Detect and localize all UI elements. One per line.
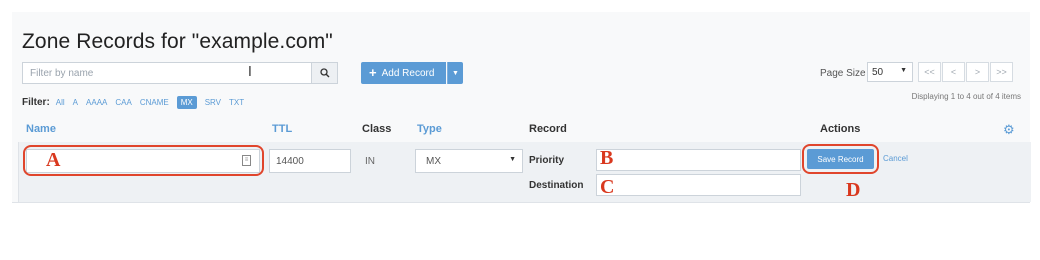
callout-label-c: C <box>600 176 615 198</box>
callout-label-d: D <box>846 179 861 201</box>
filter-all[interactable]: All <box>56 98 65 107</box>
save-record-button[interactable]: Save Record <box>807 149 874 169</box>
prev-page-button[interactable]: < <box>942 62 965 82</box>
column-header-record: Record <box>529 123 567 135</box>
caret-down-icon: ▼ <box>509 156 516 163</box>
page-title: Zone Records for "example.com" <box>22 30 333 53</box>
search-button[interactable] <box>311 62 338 84</box>
column-header-type[interactable]: Type <box>417 123 442 135</box>
callout-label-a: A <box>46 149 61 171</box>
column-header-name[interactable]: Name <box>26 123 56 135</box>
priority-label: Priority <box>529 155 565 166</box>
search-icon <box>319 68 329 78</box>
destination-input[interactable] <box>597 175 800 196</box>
name-input[interactable] <box>27 150 259 172</box>
type-value: MX <box>426 156 441 167</box>
column-header-actions: Actions <box>820 123 861 135</box>
plus-icon: + <box>369 65 377 80</box>
destination-field[interactable] <box>596 174 801 196</box>
filter-mx[interactable]: MX <box>176 96 197 109</box>
page-size-value: 50 <box>872 67 884 78</box>
name-field[interactable]: ≡ <box>26 149 260 173</box>
first-page-button[interactable]: << <box>918 62 941 82</box>
ttl-field[interactable] <box>269 149 351 173</box>
cancel-link[interactable]: Cancel <box>883 154 908 163</box>
type-select[interactable]: MX ▼ <box>415 149 523 173</box>
destination-label: Destination <box>529 180 584 191</box>
gear-icon[interactable]: ⚙ <box>1003 123 1015 138</box>
contact-card-icon[interactable]: ≡ <box>242 155 251 166</box>
filter-cname[interactable]: CNAME <box>140 98 169 107</box>
page-size-select[interactable]: 50 ▼ <box>867 62 913 82</box>
page-size-label: Page Size <box>820 68 866 79</box>
add-record-label: Add Record <box>381 67 435 79</box>
priority-field[interactable] <box>596 149 801 171</box>
add-record-dropdown-toggle[interactable]: ▼ <box>447 62 463 84</box>
filter-srv[interactable]: SRV <box>205 98 221 107</box>
filter-a[interactable]: A <box>73 98 78 107</box>
filter-aaaa[interactable]: AAAA <box>86 98 107 107</box>
next-page-button[interactable]: > <box>966 62 989 82</box>
class-value: IN <box>365 156 375 167</box>
add-record-button[interactable]: + Add Record <box>361 62 446 84</box>
column-header-class: Class <box>362 123 392 135</box>
caret-down-icon: ▼ <box>900 67 907 74</box>
filter-label: Filter: <box>22 97 50 108</box>
priority-input[interactable] <box>597 150 800 171</box>
record-type-filter: Filter: All A AAAA CAA CNAME MX SRV TXT <box>22 96 252 109</box>
filter-txt[interactable]: TXT <box>229 98 244 107</box>
column-header-ttl[interactable]: TTL <box>272 123 292 135</box>
ttl-input[interactable] <box>270 150 350 172</box>
filter-by-name-input[interactable] <box>23 63 220 84</box>
filter-by-name-field[interactable]: I <box>22 62 312 84</box>
filter-caa[interactable]: CAA <box>115 98 131 107</box>
last-page-button[interactable]: >> <box>990 62 1013 82</box>
caret-down-icon: ▼ <box>452 69 459 77</box>
callout-label-b: B <box>600 147 614 169</box>
pagination: << < > >> <box>918 62 1014 82</box>
displaying-count: Displaying 1 to 4 out of 4 items <box>911 92 1021 101</box>
text-cursor-icon: I <box>248 65 252 80</box>
